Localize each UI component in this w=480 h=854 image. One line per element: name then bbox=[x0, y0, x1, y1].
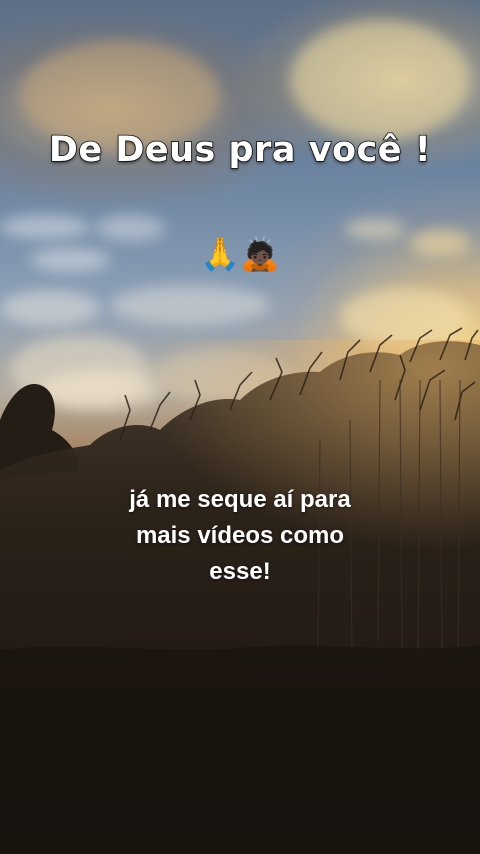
video-title-overlay: De Deus pra você ! bbox=[48, 129, 432, 171]
praying-hands-icon: 🙏 bbox=[200, 236, 240, 272]
caption-text: já me seque aí para mais vídeos como ess… bbox=[90, 482, 390, 590]
bowing-person-icon: 🙇🏿 bbox=[240, 236, 280, 272]
caption-line: esse! bbox=[209, 558, 271, 585]
caption-line: mais vídeos como bbox=[135, 522, 345, 549]
vegetation-silhouette bbox=[0, 327, 480, 854]
emoji-sticker-row: 🙏🙇🏿 bbox=[0, 230, 480, 278]
caption-line: já me seque aí para bbox=[129, 486, 351, 513]
video-frame[interactable]: De Deus pra você ! 🙏🙇🏿 já me seque aí pa… bbox=[0, 0, 480, 854]
